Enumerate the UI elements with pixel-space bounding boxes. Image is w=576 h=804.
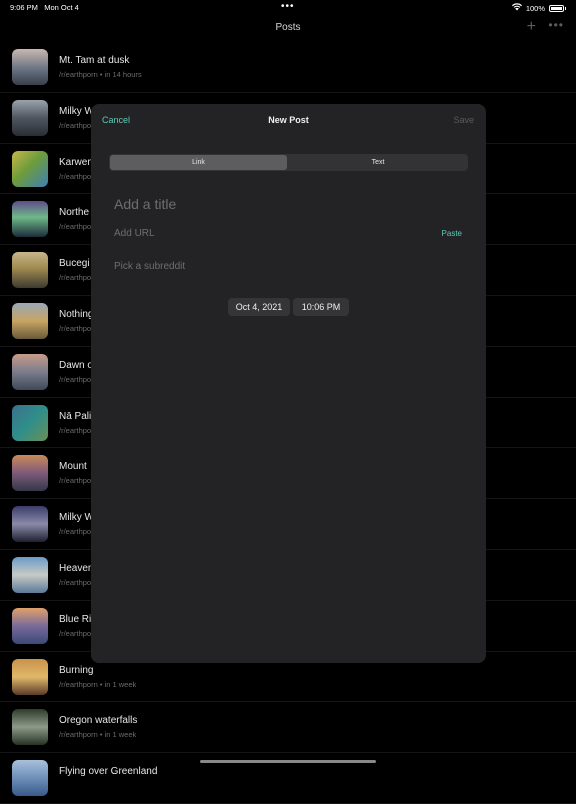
post-thumbnail — [12, 404, 48, 441]
post-subtitle: /r/earthporn • in 14 hours — [59, 70, 142, 79]
post-title: Milky W — [59, 105, 94, 117]
post-thumbnail — [12, 709, 48, 746]
time-picker[interactable]: 10:06 PM — [293, 298, 349, 316]
post-subtitle: /r/earthpo — [59, 222, 92, 232]
post-subtitle: /r/earthpo — [59, 273, 92, 283]
post-title: Mount — [59, 461, 87, 473]
post-title: Burning — [59, 664, 94, 676]
list-item[interactable]: Mt. Tam at dusk/r/earthporn • in 14 hour… — [0, 42, 576, 93]
segment-text[interactable]: Text — [288, 154, 468, 171]
post-thumbnail — [12, 150, 48, 187]
new-post-modal: Cancel New Post Save Link Text Add a tit… — [91, 104, 486, 663]
date-picker[interactable]: Oct 4, 2021 — [228, 298, 290, 316]
post-title: Oregon waterfalls — [59, 715, 138, 727]
post-title: Nā Pali — [59, 410, 92, 422]
post-thumbnail — [12, 607, 48, 644]
status-right: 100% — [511, 3, 566, 13]
post-thumbnail — [12, 353, 48, 390]
post-subtitle: /r/earthpo — [59, 476, 92, 486]
multitasking-dots-icon[interactable]: ••• — [281, 1, 295, 12]
post-subtitle: /r/earthpo — [59, 527, 92, 537]
post-title: Milky W — [59, 512, 94, 524]
save-button[interactable]: Save — [453, 115, 474, 125]
post-thumbnail — [12, 49, 48, 85]
url-field[interactable]: Add URL — [114, 228, 155, 239]
post-subtitle: /r/earthpo — [59, 120, 92, 130]
post-title: Nothing — [59, 308, 94, 320]
nav-bar: Posts + ••• — [0, 16, 576, 42]
status-bar: 9:06 PM Mon Oct 4 ••• 100% — [0, 0, 576, 16]
post-title: Karwen — [59, 156, 93, 168]
title-field[interactable]: Add a title — [114, 196, 176, 212]
post-thumbnail — [12, 201, 48, 238]
post-subtitle: /r/earthpo — [59, 425, 92, 435]
post-title: Blue Ri — [59, 613, 92, 625]
home-indicator — [200, 760, 376, 763]
post-thumbnail — [12, 99, 48, 136]
status-time: 9:06 PM Mon Oct 4 — [10, 3, 79, 12]
post-title: Dawn o — [59, 359, 93, 371]
post-thumbnail — [12, 658, 48, 695]
post-thumbnail — [12, 506, 48, 543]
list-item[interactable]: Oregon waterfalls/r/earthporn • in 1 wee… — [0, 702, 576, 754]
nav-title: Posts — [275, 22, 301, 33]
post-subtitle: /r/earthpo — [59, 577, 92, 587]
post-thumbnail — [12, 556, 48, 593]
segment-link[interactable]: Link — [110, 155, 287, 170]
post-subtitle: /r/earthpo — [59, 323, 92, 333]
battery-percent: 100% — [525, 3, 545, 13]
post-type-segmented-control: Link Text — [109, 154, 468, 171]
post-thumbnail — [12, 455, 48, 492]
modal-title: New Post — [268, 115, 309, 125]
post-title: Heaven — [59, 562, 94, 574]
post-subtitle: /r/earthpo — [59, 374, 92, 384]
post-subtitle: /r/earthpo — [59, 628, 92, 638]
post-title: Mt. Tam at dusk — [59, 55, 130, 66]
post-thumbnail — [12, 252, 48, 289]
battery-icon — [549, 4, 564, 12]
post-title: Northe — [59, 207, 90, 219]
battery-tip — [565, 6, 566, 10]
paste-button[interactable]: Paste — [442, 229, 462, 238]
post-thumbnail — [12, 760, 48, 797]
post-title: Bucegi — [59, 258, 90, 270]
wifi-icon — [511, 3, 522, 13]
more-icon[interactable]: ••• — [548, 18, 564, 32]
post-subtitle: /r/earthpo — [59, 171, 92, 181]
add-icon[interactable]: + — [527, 18, 536, 36]
post-thumbnail — [12, 302, 48, 339]
subreddit-picker[interactable]: Pick a subreddit — [114, 261, 185, 272]
post-subtitle: /r/earthporn • in 1 week — [59, 730, 137, 740]
post-subtitle: /r/earthporn • in 1 week — [59, 679, 137, 689]
